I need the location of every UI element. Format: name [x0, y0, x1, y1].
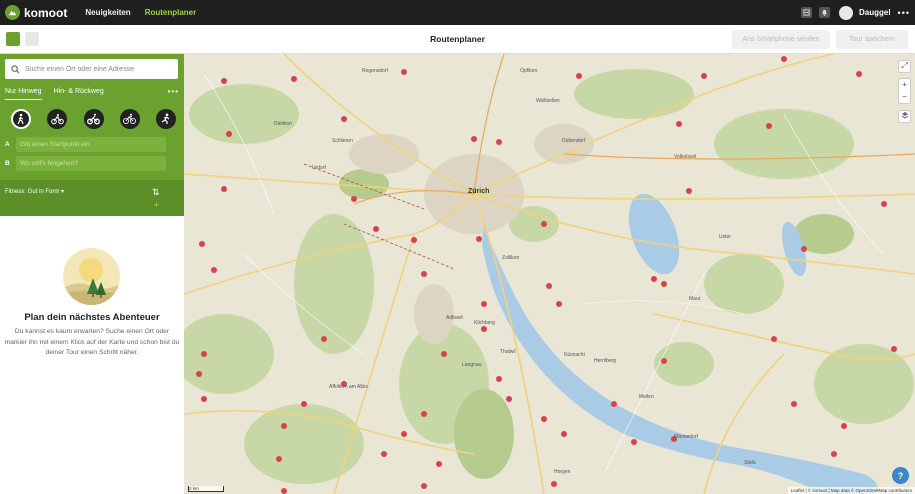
fitness-bar: Fitness: Gut in Form ▾ ⇅ + — [0, 180, 184, 216]
planner-toolbar: Routenplaner Ans Smartphone senden Tour … — [0, 25, 915, 54]
import-icon[interactable] — [800, 7, 812, 18]
map-label-duebendorf: Dübendorf — [562, 138, 586, 144]
map-label-volketswil: Volketswil — [674, 154, 696, 160]
map-label-opfikon: Opfikon — [520, 68, 538, 74]
brand-name: komoot — [24, 5, 68, 20]
search-icon — [11, 64, 20, 74]
nav-news[interactable]: Neuigkeiten — [85, 8, 130, 17]
map-label-affoltern: Affoltern am Albis — [329, 384, 368, 390]
start-letter: A — [5, 141, 10, 148]
road-bike-icon[interactable] — [119, 109, 140, 129]
send-to-smartphone-button[interactable]: Ans Smartphone senden — [732, 30, 830, 49]
user-avatar[interactable] — [838, 5, 853, 20]
map-label-zollikon: Zollikon — [502, 255, 520, 261]
reverse-route-icon[interactable]: ⇅ — [152, 188, 160, 197]
zoom-in-button[interactable]: + — [899, 79, 910, 91]
map-label-uster: Uster — [719, 234, 731, 240]
map-scale: 2 km — [188, 486, 224, 492]
search-input[interactable]: Suche einen Ort oder eine Adresse — [5, 59, 178, 79]
map-label-maur: Maur — [689, 296, 701, 302]
map-label-schlieren: Schlieren — [332, 138, 353, 144]
map-label-dietikon: Dietikon — [274, 121, 293, 127]
map-label-zurich: Zürich — [468, 188, 490, 195]
map-label-herrliberg: Herrliberg — [594, 358, 616, 364]
tab-one-way[interactable]: Nur Hinweg — [5, 88, 42, 100]
map-label-kilchberg: Kilchberg — [474, 320, 495, 326]
komoot-logo[interactable]: komoot — [5, 5, 67, 20]
destination-input[interactable]: Wo soll's hingehen? — [16, 156, 166, 171]
destination-letter: B — [5, 160, 10, 167]
start-point-input[interactable]: Gib einen Startpunkt ein — [16, 137, 166, 152]
running-icon[interactable] — [156, 109, 176, 129]
map-label-langnau: Langnau — [462, 362, 482, 368]
zoom-control: + − — [898, 78, 911, 104]
mountain-bike-icon[interactable] — [83, 109, 104, 129]
tab-round-trip[interactable]: Hin- & Rückweg — [54, 88, 104, 100]
map-label-thalwil: Thalwil — [500, 349, 516, 355]
help-icon[interactable]: ? — [892, 467, 909, 484]
map-label-urdorf: Urdorf — [312, 165, 326, 171]
map-tiles — [184, 54, 915, 494]
destination-row: B Wo soll's hingehen? — [5, 156, 166, 171]
nav-route-planner[interactable]: Routenplaner — [145, 8, 197, 17]
empty-state-title: Plan dein nächstes Abenteuer — [24, 312, 160, 323]
map-label-staefa: Stäfa — [744, 460, 756, 466]
options-more-icon[interactable]: ••• — [168, 87, 179, 96]
map-label-horgen: Horgen — [554, 469, 571, 475]
fullscreen-button[interactable]: ⤢ — [898, 60, 911, 73]
save-tour-button[interactable]: Tour speichern — [836, 30, 908, 49]
map-label-maennedorf: Männedorf — [674, 434, 698, 440]
more-menu-icon[interactable]: ••• — [898, 8, 910, 18]
map-canvas[interactable]: Zürich Schlieren Wallisellen Dübendorf Z… — [184, 54, 915, 494]
search-placeholder: Suche einen Ort oder eine Adresse — [25, 65, 134, 73]
start-point-row: A Gib einen Startpunkt ein — [5, 137, 166, 152]
map-label-meilen: Meilen — [639, 394, 654, 400]
empty-state-text: Du kannst es kaum erwarten? Suche einen … — [4, 328, 180, 356]
add-waypoint-icon[interactable]: + — [154, 200, 159, 210]
map-label-kuesnacht: Küsnacht — [564, 352, 585, 358]
map-label-wallisellen: Wallisellen — [536, 98, 560, 104]
map-attribution: Leaflet | © komoot | Map data © OpenStre… — [787, 487, 915, 494]
layers-icon[interactable] — [898, 110, 911, 123]
planner-panel: Suche einen Ort oder eine Adresse Nur Hi… — [0, 54, 184, 216]
komoot-logo-icon — [5, 5, 20, 20]
fitness-dropdown[interactable]: Fitness: Gut in Form ▾ — [5, 188, 64, 195]
sport-selector — [11, 109, 176, 129]
zoom-out-button[interactable]: − — [899, 91, 910, 103]
username[interactable]: Dauggel — [859, 8, 891, 17]
notification-bell-icon[interactable] — [818, 7, 830, 18]
map-label-adliswil: Adliswil — [446, 315, 463, 321]
bike-icon[interactable] — [47, 109, 68, 129]
route-type-tabs: Nur Hinweg Hin- & Rückweg ••• — [5, 87, 179, 100]
adventure-illustration — [63, 248, 120, 305]
planner-sidebar: Suche einen Ort oder eine Adresse Nur Hi… — [0, 54, 184, 494]
top-navigation-bar: komoot Neuigkeiten Routenplaner Dauggel … — [0, 0, 915, 25]
hiking-icon[interactable] — [11, 109, 31, 129]
map-label-regensdorf: Regensdorf — [362, 68, 388, 74]
